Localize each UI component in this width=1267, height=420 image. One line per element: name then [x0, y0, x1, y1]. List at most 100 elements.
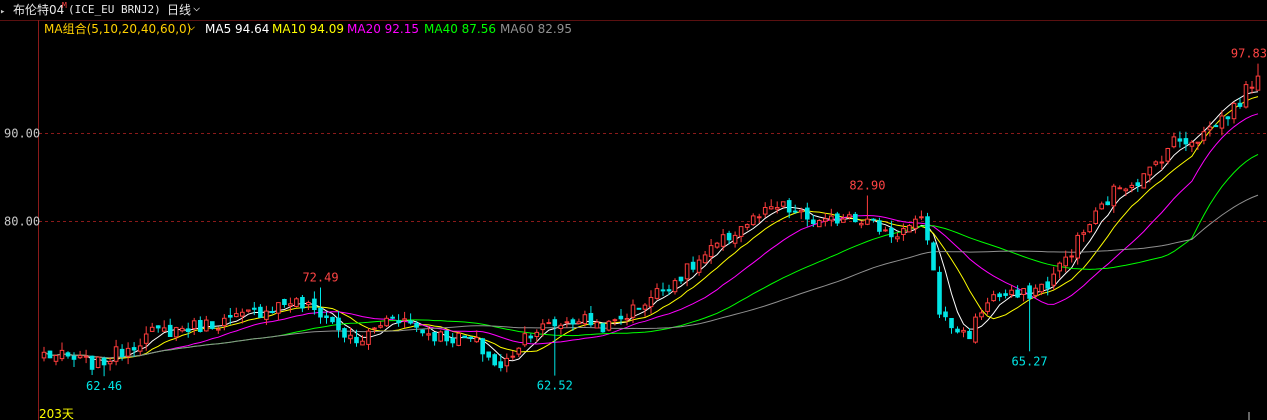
candle-body-141: [889, 227, 894, 238]
candle-body-47: [324, 315, 329, 318]
candle-body-51: [348, 334, 353, 340]
candle-body-83: [540, 323, 546, 331]
candle-body-184: [1147, 166, 1153, 176]
candle-body-39: [276, 302, 281, 314]
candle-body-193: [1201, 131, 1207, 141]
candle-body-88: [570, 319, 576, 325]
candle-body-199: [1237, 102, 1243, 107]
candle-body-194: [1207, 126, 1213, 131]
candlestick-chart[interactable]: 90.00 80.00 72.49 62.46 62.52 82.90 65.27 97.8…: [0, 0, 1267, 420]
candle-body-15: [131, 347, 137, 351]
candle-body-110: [702, 254, 708, 264]
candle-body-175: [1093, 210, 1099, 224]
candle-body-114: [726, 232, 732, 241]
candle-body-84: [546, 322, 552, 325]
candle-body-18: [149, 326, 155, 332]
candle-body-41: [288, 303, 293, 307]
candle-body-35: [252, 307, 257, 310]
candle-body-9: [95, 356, 101, 369]
annotation-65.27: 65.27: [1012, 354, 1048, 368]
candle-body-6: [77, 355, 83, 359]
candle-body-40: [282, 299, 287, 305]
candle-body-146: [919, 216, 924, 219]
candle-body-81: [528, 335, 534, 339]
candle-body-153: [961, 329, 966, 333]
candle-body-143: [901, 228, 906, 236]
candle-body-171: [1069, 255, 1075, 258]
candle-body-97: [624, 318, 630, 321]
candle-body-156: [979, 312, 984, 318]
candle-body-167: [1045, 281, 1051, 289]
candle-body-196: [1219, 115, 1225, 129]
candle-body-108: [690, 261, 696, 270]
candle-body-101: [648, 297, 654, 308]
candle-body-197: [1225, 116, 1231, 120]
candle-body-125: [792, 210, 798, 213]
candle-body-58: [390, 316, 395, 319]
candle-body-181: [1129, 184, 1135, 188]
candle-body-112: [714, 242, 720, 248]
candle-body-49: [336, 317, 341, 331]
candle-body-187: [1165, 148, 1171, 162]
y-tick-label-90.00: 90.00: [4, 127, 40, 141]
candle-body-186: [1159, 161, 1165, 164]
grid-lines: [39, 133, 1267, 222]
candle-body-188: [1171, 136, 1177, 148]
candle-body-151: [949, 318, 954, 329]
candle-body-14: [125, 347, 131, 357]
candle-body-28: [210, 321, 215, 329]
candle-body-29: [216, 328, 221, 331]
candle-body-21: [167, 324, 173, 337]
candle-body-123: [780, 201, 786, 207]
candle-body-169: [1057, 262, 1063, 272]
annotation-82.90: 82.90: [849, 179, 885, 193]
candle-body-68: [450, 337, 455, 344]
candle-body-90: [582, 314, 588, 325]
candle-body-1: [47, 350, 53, 359]
candle-body-182: [1135, 182, 1141, 187]
candle-body-185: [1153, 161, 1159, 165]
candle-body-157: [985, 302, 990, 312]
candle-body-118: [750, 215, 756, 226]
candle-body-122: [774, 207, 780, 210]
candle-body-139: [877, 220, 882, 232]
candle-body-144: [907, 225, 912, 233]
candle-body-85: [552, 319, 558, 327]
candle-body-3: [59, 349, 65, 360]
candle-body-177: [1105, 201, 1111, 206]
candle-body-191: [1189, 141, 1195, 147]
candle-body-103: [660, 289, 666, 292]
candle-body-23: [179, 327, 185, 332]
candle-body-25: [191, 320, 197, 329]
candle-body-172: [1075, 234, 1081, 259]
y-tick-label-80.00: 80.00: [4, 215, 40, 229]
candles: [41, 63, 1261, 377]
annotation-62.52: 62.52: [537, 379, 573, 393]
candle-body-74: [486, 351, 491, 358]
candle-body-30: [222, 317, 227, 327]
candle-body-44: [306, 302, 311, 306]
candle-body-12: [113, 346, 119, 362]
candle-body-137: [865, 218, 870, 225]
candle-body-113: [720, 234, 726, 247]
candle-body-107: [684, 263, 690, 280]
candle-body-46: [318, 307, 323, 318]
candle-body-192: [1195, 141, 1201, 144]
candle-body-91: [588, 313, 594, 326]
candle-body-79: [516, 347, 522, 355]
candle-body-109: [696, 259, 702, 273]
bar-count-label: 203天: [39, 407, 74, 420]
candle-body-116: [738, 226, 744, 237]
candle-body-121: [768, 206, 774, 210]
candle-body-202: [1255, 75, 1261, 91]
candle-body-142: [895, 236, 900, 240]
candle-body-42: [294, 298, 299, 307]
candle-body-66: [438, 331, 443, 342]
candle-body-165: [1033, 287, 1038, 296]
candle-body-166: [1039, 283, 1044, 293]
candle-body-31: [228, 315, 233, 318]
candle-body-48: [330, 316, 335, 323]
candle-body-33: [240, 311, 245, 317]
candle-body-195: [1213, 125, 1219, 128]
candle-body-4: [65, 352, 71, 357]
